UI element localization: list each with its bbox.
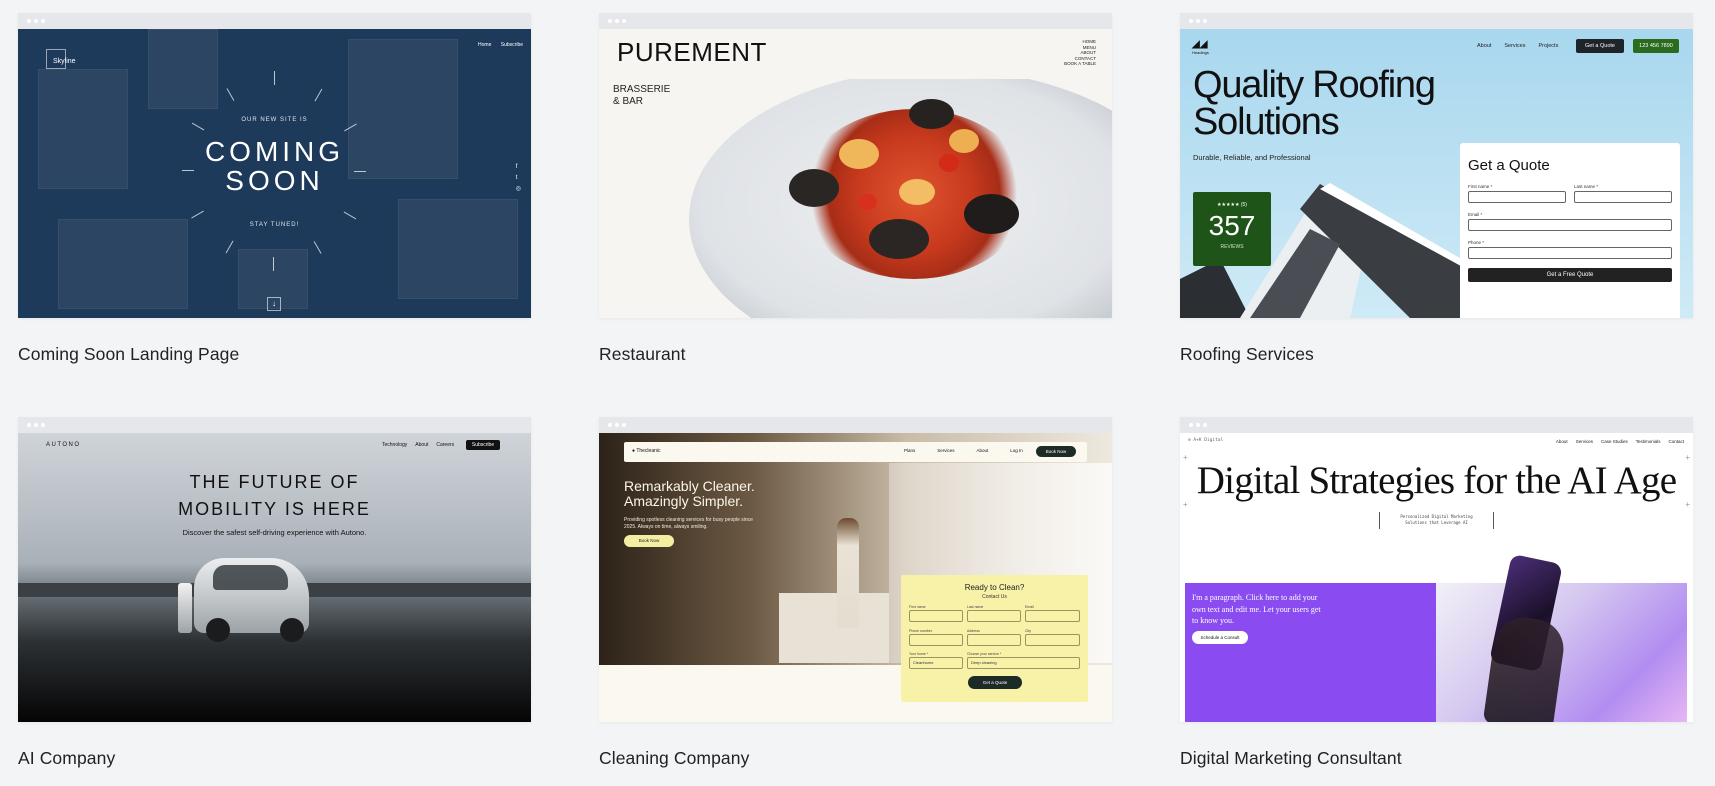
template-grid: Skyline Home Subscribe OUR NEW SITE IS C… [18, 13, 1694, 783]
site-nav: Technology About Careers [382, 442, 455, 448]
hero-title: Remarkably Cleaner. Amazingly Simpler. [624, 478, 755, 509]
site-nav: Home Subscribe [470, 42, 523, 48]
site-nav: HOME MENU ABOUT CONTACT BOOK A TABLE [1064, 39, 1096, 66]
template-title[interactable]: Coming Soon Landing Page [18, 344, 531, 365]
scroll-down-icon: ↓ [267, 297, 281, 311]
hero-book-button: Book Now [624, 535, 674, 547]
quote-form: Get a Quote First name * Last name * Ema… [1460, 143, 1680, 318]
charger-image [178, 583, 192, 633]
site-logo: Skyline [46, 49, 76, 69]
intro-panel: I'm a paragraph. Click here to add your … [1185, 583, 1436, 722]
site-nav: ● Thecleanic Plans Services About Log In Bo… [624, 442, 1087, 462]
hero-title: Quality Roofing Solutions [1193, 64, 1436, 143]
get-quote-button: Get a Quote [1576, 39, 1624, 53]
site-logo: ● Thecleanic [632, 448, 661, 454]
hero-description: Providing spotless cleaning services for… [624, 517, 753, 530]
template-thumbnail[interactable]: PUREMENT HOME MENU ABOUT CONTACT BOOK A … [599, 13, 1112, 318]
browser-chrome [1180, 13, 1693, 29]
browser-chrome [1180, 417, 1693, 433]
instagram-icon: ◎ [515, 186, 521, 192]
reviews-badge: ★★★★★ (5) 357 REVIEWS [1193, 192, 1271, 266]
twitter-icon: t [515, 175, 518, 181]
hero-title: THE FUTURE OF MOBILITY IS HERE [178, 472, 371, 519]
browser-chrome [18, 13, 531, 29]
template-card-restaurant[interactable]: PUREMENT HOME MENU ABOUT CONTACT BOOK A … [599, 13, 1112, 365]
site-logo: ◢◢ Headings [1192, 39, 1209, 55]
preview-cleaning: ● Thecleanic Plans Services About Log In Bo… [599, 433, 1112, 722]
preview-digital-marketing: ⊕ A+K Digital About Services Case Studies T… [1180, 433, 1693, 722]
browser-chrome [18, 417, 531, 433]
preview-coming-soon: Skyline Home Subscribe OUR NEW SITE IS C… [18, 29, 531, 318]
hero-title: COMING SOON [204, 136, 345, 196]
template-card-cleaning[interactable]: ● Thecleanic Plans Services About Log In Bo… [599, 417, 1112, 769]
site-logo: PUREMENT [617, 37, 767, 67]
template-card-ai-company[interactable]: AUTONO Technology About Careers Subscribe … [18, 417, 531, 769]
preview-roofing: ◢◢ Headings About Services Projects Get a Q… [1180, 29, 1693, 318]
post-title: STAY TUNED! [249, 222, 300, 228]
browser-chrome [599, 417, 1112, 433]
hero-tagline: Durable, Reliable, and Professional [1193, 153, 1311, 162]
pre-title: OUR NEW SITE IS [241, 117, 308, 123]
template-thumbnail[interactable]: ⊕ A+K Digital About Services Case Studies T… [1180, 417, 1693, 722]
facebook-icon: f [515, 164, 518, 170]
template-card-coming-soon[interactable]: Skyline Home Subscribe OUR NEW SITE IS C… [18, 13, 531, 365]
contact-form: Ready to Clean? Contact Us First name La… [901, 575, 1088, 702]
template-card-roofing[interactable]: ◢◢ Headings About Services Projects Get a Q… [1180, 13, 1693, 365]
template-thumbnail[interactable]: ● Thecleanic Plans Services About Log In Bo… [599, 417, 1112, 722]
template-thumbnail[interactable]: AUTONO Technology About Careers Subscribe … [18, 417, 531, 722]
hero-tagline: Personalized Digital Marketing Solutions… [1379, 512, 1494, 529]
site-logo: AUTONO [46, 442, 81, 448]
person-image [837, 518, 859, 628]
template-title[interactable]: Restaurant [599, 344, 1112, 365]
template-card-digital-marketing[interactable]: ⊕ A+K Digital About Services Case Studies T… [1180, 417, 1693, 769]
template-title[interactable]: Roofing Services [1180, 344, 1693, 365]
preview-restaurant: PUREMENT HOME MENU ABOUT CONTACT BOOK A … [599, 29, 1112, 318]
template-title[interactable]: Digital Marketing Consultant [1180, 748, 1693, 769]
hero-title: Digital Strategies for the AI Age [1196, 459, 1677, 502]
site-nav: About Services Projects [1477, 43, 1559, 49]
get-quote-button: Get a Quote [968, 676, 1022, 689]
phone-button: 123 456 7890 [1633, 39, 1679, 53]
hero-description: Discover the safest self-driving experie… [182, 528, 367, 537]
nav-subscribe: Subscribe [500, 42, 523, 48]
free-quote-button: Get a Free Quote [1468, 268, 1672, 282]
preview-ai-company: AUTONO Technology About Careers Subscribe … [18, 433, 531, 722]
template-thumbnail[interactable]: Skyline Home Subscribe OUR NEW SITE IS C… [18, 13, 531, 318]
template-title[interactable]: Cleaning Company [599, 748, 1112, 769]
site-subtitle: BRASSERIE & BAR [613, 84, 671, 107]
template-thumbnail[interactable]: ◢◢ Headings About Services Projects Get a Q… [1180, 13, 1693, 318]
site-nav: About Services Case Studies Testimonials Con… [1555, 439, 1684, 444]
template-title[interactable]: AI Company [18, 748, 531, 769]
nav-home: Home [478, 42, 492, 48]
site-logo: ⊕ A+K Digital [1188, 438, 1224, 443]
book-now-button: Book Now [1036, 446, 1076, 457]
browser-chrome [599, 13, 1112, 29]
social-icons: f t ◎ [516, 162, 521, 195]
subscribe-button: Subscribe [466, 440, 500, 450]
schedule-consult-button: Schedule a Consult [1192, 631, 1248, 644]
